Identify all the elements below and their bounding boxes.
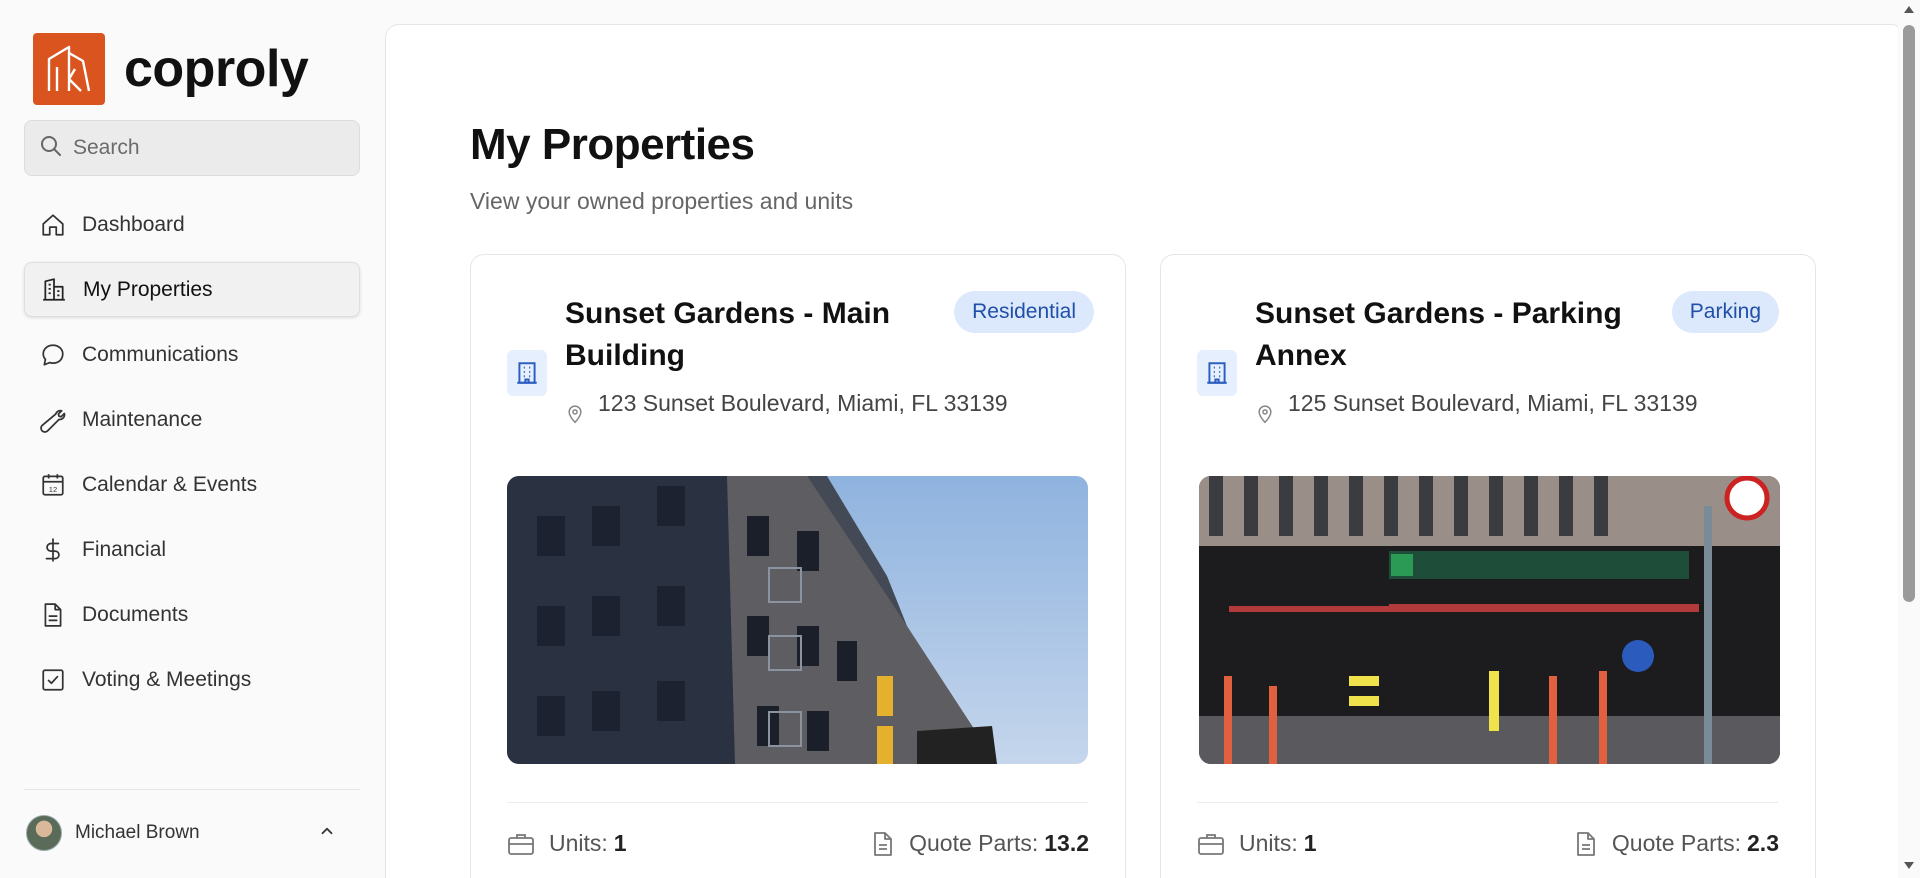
map-pin-icon xyxy=(565,404,585,429)
document-icon xyxy=(1574,831,1598,857)
calendar-icon: 12 xyxy=(40,472,66,498)
property-type-badge: Parking xyxy=(1671,291,1779,333)
scrollbar-thumb[interactable] xyxy=(1903,25,1915,602)
property-card[interactable]: Sunset Gardens - Parking Annex Parking 1… xyxy=(1160,254,1816,878)
sidebar-item-label: Financial xyxy=(82,537,167,561)
units-label: Units: xyxy=(549,830,608,856)
home-icon xyxy=(40,212,66,238)
sidebar-item-communications[interactable]: Communications xyxy=(24,327,360,382)
property-card[interactable]: Sunset Gardens - Main Building Residenti… xyxy=(470,254,1126,878)
brand[interactable]: coproly xyxy=(33,33,309,105)
sidebar: coproly Dashboard My Properties Communic… xyxy=(0,0,384,878)
building-icon xyxy=(507,350,547,396)
scroll-up-arrow-icon[interactable] xyxy=(1904,6,1914,13)
property-name: Sunset Gardens - Main Building xyxy=(565,297,891,372)
sidebar-item-label: Communications xyxy=(82,342,239,366)
page-title: My Properties xyxy=(470,120,755,169)
scroll-down-arrow-icon[interactable] xyxy=(1904,862,1914,869)
quote-parts-label: Quote Parts: xyxy=(909,830,1039,856)
sidebar-item-documents[interactable]: Documents xyxy=(24,587,360,642)
property-name: Sunset Gardens - Parking Annex xyxy=(1255,297,1622,372)
property-type-badge: Residential xyxy=(954,291,1094,333)
document-icon xyxy=(871,831,895,857)
sidebar-item-label: Documents xyxy=(82,602,189,626)
svg-text:12: 12 xyxy=(49,485,57,494)
search-icon xyxy=(39,134,63,163)
units-stat: Units: 1 xyxy=(507,830,627,857)
property-address: 125 Sunset Boulevard, Miami, FL 33139 xyxy=(1288,390,1698,416)
checkbox-icon xyxy=(40,667,66,693)
quote-parts-label: Quote Parts: xyxy=(1611,830,1742,856)
briefcase-icon xyxy=(1197,832,1225,856)
app-name: coproly xyxy=(124,40,309,98)
avatar xyxy=(26,815,62,851)
units-label: Units: xyxy=(1239,830,1298,856)
apartment-building-photo[interactable] xyxy=(507,476,1088,764)
parking-garage-photo[interactable] xyxy=(1199,476,1780,764)
user-menu[interactable]: Michael Brown xyxy=(26,814,336,852)
page-subtitle: View your owned properties and units xyxy=(470,188,854,214)
sidebar-item-label: Dashboard xyxy=(82,212,185,236)
units-value: 1 xyxy=(613,830,627,856)
sidebar-item-my-properties[interactable]: My Properties xyxy=(24,262,360,317)
units-stat: Units: 1 xyxy=(1197,830,1317,857)
quote-parts-value: 13.2 xyxy=(1044,830,1089,856)
building-icon xyxy=(1197,350,1237,396)
search-input[interactable] xyxy=(73,136,343,160)
card-divider xyxy=(507,802,1088,803)
dollar-icon xyxy=(40,537,66,563)
sidebar-item-voting-meetings[interactable]: Voting & Meetings xyxy=(24,652,360,707)
quote-parts-value: 2.3 xyxy=(1747,830,1779,856)
sidebar-divider xyxy=(24,789,360,790)
document-icon xyxy=(40,602,66,628)
property-address: 123 Sunset Boulevard, Miami, FL 33139 xyxy=(598,390,1008,416)
main-content: My Properties View your owned properties… xyxy=(385,24,1905,878)
search-box[interactable] xyxy=(24,120,360,176)
sidebar-item-dashboard[interactable]: Dashboard xyxy=(24,197,360,252)
sidebar-item-label: Voting & Meetings xyxy=(82,667,252,691)
quote-parts-stat: Quote Parts: 2.3 xyxy=(1574,830,1779,857)
map-pin-icon xyxy=(1255,404,1275,429)
buildings-icon xyxy=(41,277,67,303)
briefcase-icon xyxy=(507,832,535,856)
sidebar-nav: Dashboard My Properties Communications M… xyxy=(24,197,360,717)
page-scrollbar[interactable] xyxy=(1898,0,1920,878)
sidebar-item-maintenance[interactable]: Maintenance xyxy=(24,392,360,447)
wrench-icon xyxy=(40,407,66,433)
sidebar-item-label: My Properties xyxy=(83,277,213,301)
user-name: Michael Brown xyxy=(75,822,200,843)
sidebar-item-calendar-events[interactable]: 12 Calendar & Events xyxy=(24,457,360,512)
chat-bubble-icon xyxy=(40,342,66,368)
sidebar-item-label: Maintenance xyxy=(82,407,203,431)
card-divider xyxy=(1197,802,1778,803)
sidebar-item-financial[interactable]: Financial xyxy=(24,522,360,577)
sidebar-item-label: Calendar & Events xyxy=(82,472,258,496)
chevron-up-icon[interactable] xyxy=(318,822,336,845)
units-value: 1 xyxy=(1303,830,1317,856)
quote-parts-stat: Quote Parts: 13.2 xyxy=(871,830,1089,857)
coproly-logo-icon xyxy=(33,33,105,105)
